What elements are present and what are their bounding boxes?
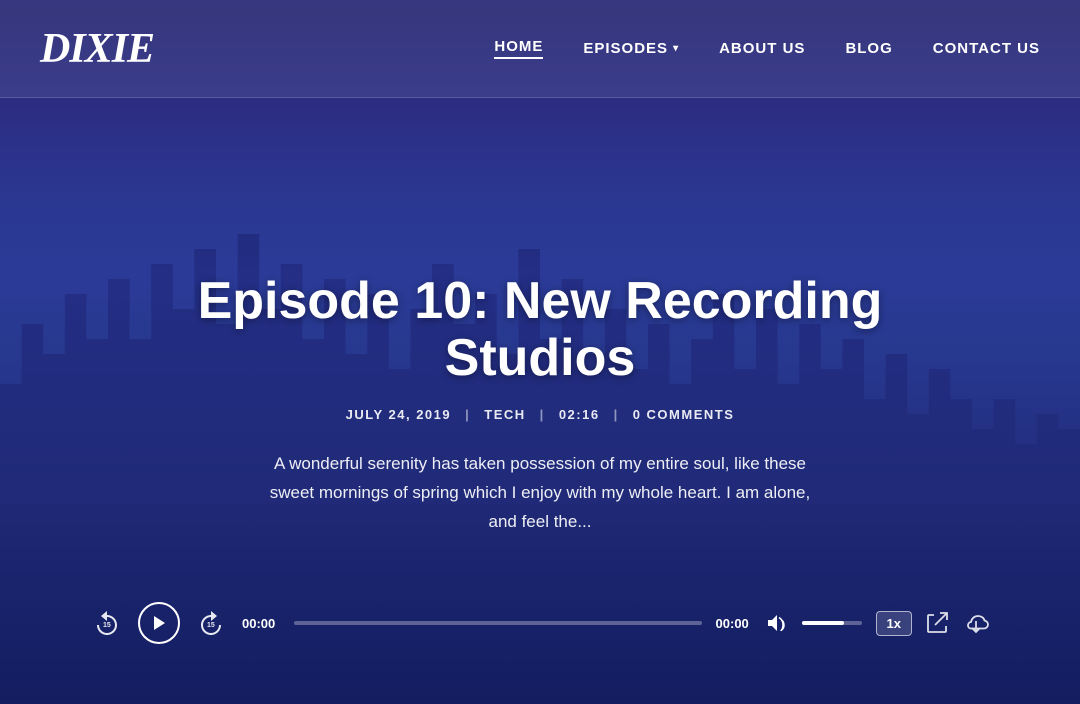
meta-separator-2: | [540,407,545,422]
total-time: 00:00 [716,616,754,631]
nav-item-blog[interactable]: BLOG [845,40,892,57]
rewind-button[interactable]: 15 [90,606,124,640]
current-time: 00:00 [242,616,280,631]
volume-icon [768,615,788,631]
meta-separator-3: | [614,407,619,422]
svg-text:15: 15 [207,622,215,629]
nav-item-contact[interactable]: CONTACT US [933,40,1040,57]
episode-date: JULY 24, 2019 [346,407,452,422]
nav-item-home[interactable]: HOME [494,38,543,59]
play-button[interactable] [138,602,180,644]
forward-button[interactable]: 15 [194,606,228,640]
episode-category: TECH [484,407,525,422]
main-nav: HOME EPISODES ▾ ABOUT US BLOG CONTACT US [494,38,1040,59]
episode-title: Episode 10: New Recording Studios [190,273,890,387]
svg-text:15: 15 [103,622,111,629]
nav-item-episodes[interactable]: EPISODES ▾ [583,40,679,57]
episode-comments: 0 COMMENTS [633,407,735,422]
volume-fill [802,621,844,625]
nav-item-about[interactable]: ABOUT US [719,40,805,57]
site-logo[interactable]: Dixie [40,25,154,73]
episode-excerpt: A wonderful serenity has taken possessio… [260,450,820,537]
speed-button[interactable]: 1x [876,611,912,636]
audio-player: 15 15 00:00 00:00 [90,602,990,644]
dropdown-arrow-icon: ▾ [673,43,679,54]
hero-section: Dixie HOME EPISODES ▾ ABOUT US BLOG CONT… [0,0,1080,704]
progress-bar[interactable] [294,621,702,625]
hero-content: Episode 10: New Recording Studios JULY 2… [190,273,890,537]
volume-bar[interactable] [802,621,862,625]
site-header: Dixie HOME EPISODES ▾ ABOUT US BLOG CONT… [0,0,1080,98]
episode-meta: JULY 24, 2019 | TECH | 02:16 | 0 COMMENT… [190,407,890,422]
meta-separator-1: | [465,407,470,422]
share-button[interactable] [926,612,948,634]
download-button[interactable] [962,611,990,635]
episode-duration: 02:16 [559,407,600,422]
